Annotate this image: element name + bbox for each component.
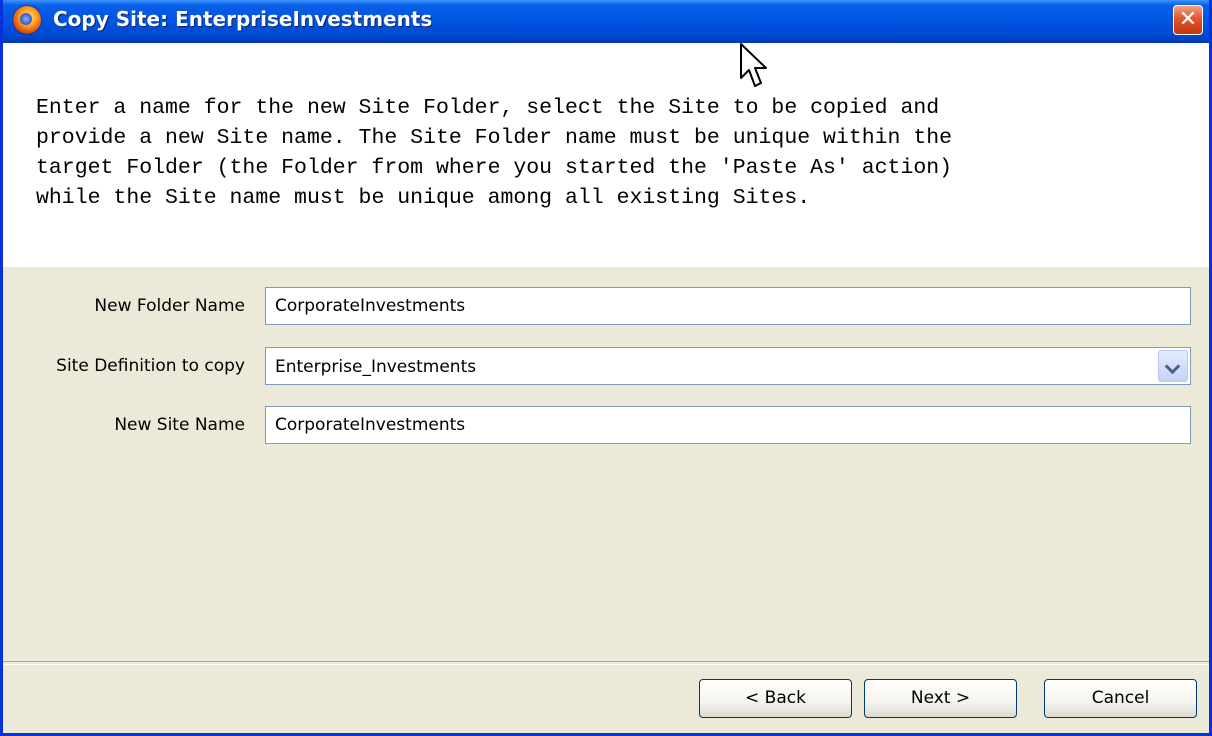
cancel-button[interactable]: Cancel bbox=[1044, 679, 1197, 718]
next-button[interactable]: Next > bbox=[864, 679, 1017, 718]
back-button[interactable]: < Back bbox=[699, 679, 852, 718]
new-folder-name-input[interactable] bbox=[265, 287, 1191, 325]
mouse-pointer-icon bbox=[740, 43, 767, 87]
instructions-text: Enter a name for the new Site Folder, se… bbox=[36, 96, 953, 210]
new-site-name-input[interactable] bbox=[265, 406, 1191, 444]
instructions-panel: Enter a name for the new Site Folder, se… bbox=[3, 43, 1209, 267]
new-site-name-label: New Site Name bbox=[114, 415, 245, 435]
chevron-down-icon[interactable] bbox=[1158, 350, 1188, 382]
site-definition-label: Site Definition to copy bbox=[56, 356, 245, 376]
firefox-icon bbox=[13, 6, 41, 34]
window-title: Copy Site: EnterpriseInvestments bbox=[53, 7, 433, 31]
site-definition-select[interactable]: Enterprise_Investments bbox=[265, 347, 1191, 385]
new-folder-name-label: New Folder Name bbox=[94, 296, 245, 316]
footer-divider bbox=[3, 661, 1209, 665]
site-definition-value: Enterprise_Investments bbox=[275, 357, 477, 377]
new-folder-name-row: New Folder Name bbox=[3, 286, 1209, 326]
copy-site-dialog: Copy Site: EnterpriseInvestments ✕ Enter… bbox=[0, 0, 1212, 736]
close-button[interactable]: ✕ bbox=[1173, 5, 1203, 35]
new-site-name-row: New Site Name bbox=[3, 405, 1209, 445]
title-bar[interactable]: Copy Site: EnterpriseInvestments ✕ bbox=[3, 0, 1209, 43]
site-definition-row: Site Definition to copy Enterprise_Inves… bbox=[3, 346, 1209, 386]
